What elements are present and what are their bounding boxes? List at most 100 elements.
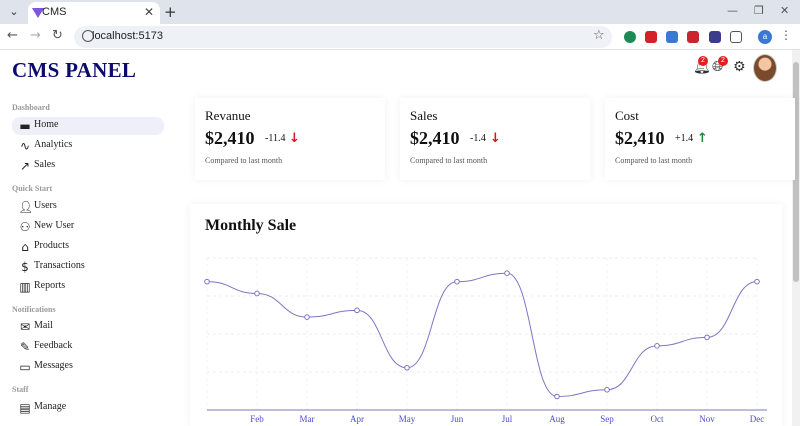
sidebar-item-sales[interactable]: ↗ Sales — [12, 157, 164, 175]
x-tick-label: Sep — [600, 414, 614, 424]
forward-icon[interactable]: → — [30, 28, 41, 43]
user-avatar[interactable] — [753, 54, 777, 82]
pdf-extension-icon[interactable] — [645, 31, 657, 43]
gear-icon[interactable]: ⚙ — [733, 59, 746, 75]
feature-card-revenue: Revanue $2,410 -11.4 ↓ Compared to last … — [195, 98, 385, 180]
app-title: CMS PANEL — [12, 58, 137, 82]
sidebar-item-analytics[interactable]: ∿ Analytics — [12, 137, 164, 155]
feature-card-sales: Sales $2,410 -1.4 ↓ Compared to last mon… — [400, 98, 590, 180]
window-close-icon[interactable]: ✕ — [780, 4, 789, 17]
data-point — [704, 334, 710, 341]
sidebar-item-label: Sales — [34, 159, 56, 170]
sidebar-section-title: Quick Start — [12, 184, 53, 193]
tab-title: CMS — [42, 6, 67, 18]
user-icon: 👤︎ — [18, 200, 34, 214]
sidebar-item-label: Reports — [34, 280, 66, 291]
data-point — [604, 386, 610, 393]
arrow-up-icon: ↑ — [697, 131, 708, 146]
data-point — [654, 343, 660, 349]
x-tick-label: Apr — [350, 414, 364, 424]
reload-icon[interactable]: ↻ — [52, 28, 63, 43]
sidebar-item-label: Analytics — [34, 139, 73, 150]
sidebar-item-mail[interactable]: ✉ Mail — [12, 318, 164, 336]
data-point — [204, 278, 210, 285]
browser-menu-icon[interactable]: ⋮ — [780, 28, 792, 42]
url-text: localhost:5173 — [92, 30, 163, 42]
sidebar-item-label: Transactions — [34, 260, 85, 271]
card-rate: +1.4 — [675, 133, 694, 144]
sidebar: Dashboard ▬ Home ∿ Analytics ↗ Sales Qui… — [0, 96, 190, 426]
card-money: $2,410 — [410, 128, 460, 148]
data-point — [454, 278, 460, 285]
x-tick-label: Jul — [502, 414, 513, 424]
dollar-icon: $ — [21, 260, 29, 274]
extensions-puzzle-icon[interactable] — [730, 31, 742, 43]
translate-extension-icon[interactable] — [666, 31, 678, 43]
sidebar-item-label: Mail — [34, 320, 53, 331]
tab-close-icon[interactable]: ✕ — [144, 5, 154, 19]
arrow-down-icon: ↓ — [289, 131, 300, 146]
card-rate: -11.4 — [265, 133, 286, 144]
card-subtitle: Compared to last month — [205, 156, 283, 165]
data-point — [504, 270, 510, 277]
sidebar-item-messages[interactable]: ▭ Messages — [12, 358, 164, 376]
x-tick-label: Nov — [699, 414, 715, 424]
x-tick-label: Aug — [549, 414, 565, 424]
card-rate: -1.4 — [470, 133, 486, 144]
feedback-icon: ✎ — [19, 340, 31, 354]
bookmark-star-icon[interactable]: ☆ — [593, 28, 605, 43]
x-tick-label: Jun — [451, 414, 464, 424]
profile-avatar[interactable]: a — [758, 30, 772, 44]
back-icon[interactable]: ← — [7, 28, 18, 43]
sidebar-item-new-user[interactable]: ⚇ New User — [12, 218, 164, 236]
card-title: Cost — [615, 108, 639, 123]
extension-icon[interactable] — [709, 31, 721, 43]
briefcase-icon: ▤ — [19, 401, 31, 415]
data-point — [754, 278, 760, 285]
data-point — [304, 314, 310, 320]
sidebar-item-label: New User — [34, 220, 75, 231]
data-point — [354, 307, 360, 314]
tab-search-icon[interactable]: ⌄ — [6, 5, 22, 19]
restore-icon[interactable]: ❐ — [754, 4, 764, 17]
x-tick-label: Oct — [651, 414, 664, 424]
card-subtitle: Compared to last month — [410, 156, 488, 165]
sidebar-item-label: Users — [34, 200, 57, 211]
sidebar-item-reports[interactable]: ▥ Reports — [12, 278, 164, 296]
mail-icon: ✉ — [19, 320, 31, 334]
extension-icon[interactable] — [624, 31, 636, 43]
new-tab-icon[interactable]: + — [164, 3, 177, 21]
language-badge: 2 — [718, 56, 728, 66]
chart-title: Monthly Sale — [205, 217, 297, 234]
sidebar-item-users[interactable]: 👤︎ Users — [12, 198, 164, 216]
sidebar-item-label: Messages — [34, 360, 73, 371]
browser-toolbar: ← → ↻ localhost:5173 — [0, 24, 800, 50]
card-title: Revanue — [205, 108, 251, 123]
trending-up-icon: ↗ — [19, 159, 31, 173]
browser-tab[interactable]: CMS ✕ — [28, 2, 160, 24]
card-money: $2,410 — [615, 128, 665, 148]
feature-card-cost: Cost $2,410 +1.4 ↑ Compared to last mont… — [605, 98, 795, 180]
sidebar-item-label: Home — [34, 119, 59, 130]
extension-icon[interactable] — [687, 31, 699, 43]
data-point — [254, 290, 260, 297]
card-subtitle: Compared to last month — [615, 156, 693, 165]
notifications-badge: 2 — [698, 56, 708, 66]
sidebar-item-manage[interactable]: ▤ Manage — [12, 399, 164, 417]
card-money: $2,410 — [205, 128, 255, 148]
address-bar[interactable]: localhost:5173 — [74, 26, 612, 48]
sidebar-item-label: Products — [34, 240, 69, 251]
sidebar-item-transactions[interactable]: $ Transactions — [12, 258, 164, 276]
user-add-icon: ⚇ — [19, 220, 31, 234]
series-line — [206, 272, 758, 397]
monthly-sale-line-chart: Feb Mar Apr May Jun Jul Aug Sep Oct Nov Dec — [204, 257, 767, 424]
sidebar-item-products[interactable]: ⌂ Products — [12, 238, 164, 256]
sidebar-item-home[interactable]: ▬ Home — [12, 117, 164, 135]
sidebar-item-label: Feedback — [34, 340, 73, 351]
minimize-icon[interactable]: — — [727, 4, 738, 17]
arrow-down-icon: ↓ — [490, 131, 501, 146]
sidebar-section-title: Staff — [12, 385, 29, 394]
sidebar-item-feedback[interactable]: ✎ Feedback — [12, 338, 164, 356]
browser-tabstrip: ⌄ CMS ✕ + — ❐ ✕ — [0, 0, 800, 24]
x-tick-label: Mar — [300, 414, 315, 424]
